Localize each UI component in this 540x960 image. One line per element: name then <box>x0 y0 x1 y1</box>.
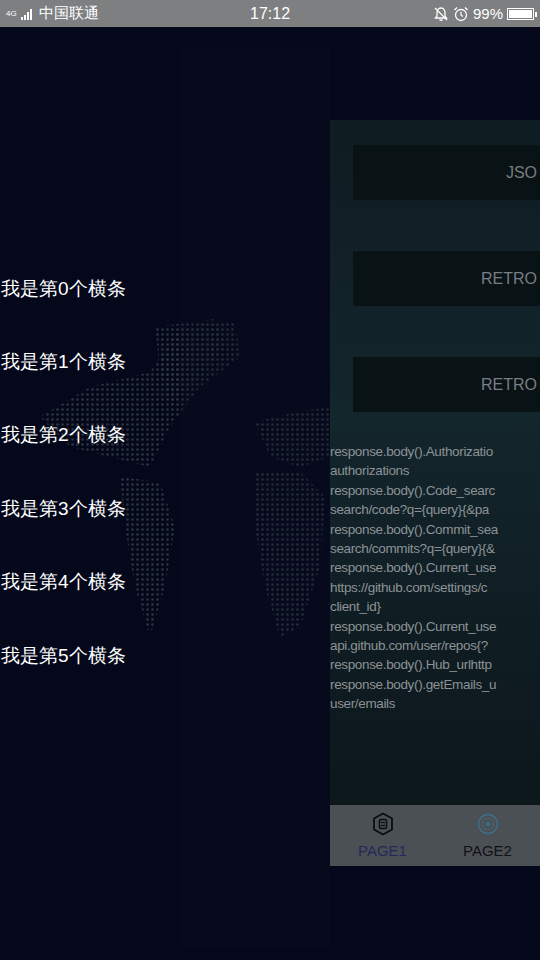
network-label: 4G <box>6 10 17 18</box>
log-line: response.body().Authorizatio <box>330 442 540 461</box>
log-line: client_id} <box>330 597 540 616</box>
content-area: 我是第0个横条我是第1个横条我是第2个横条我是第3个横条我是第4个横条我是第5个… <box>0 27 540 960</box>
clock: 17:12 <box>250 5 290 23</box>
drawer-item[interactable]: 我是第3个横条 <box>0 472 330 545</box>
drawer-item[interactable]: 我是第0个横条 <box>0 252 330 325</box>
log-line: search/code?q={query}{&pa <box>330 500 540 519</box>
button-list: JSO RETRO RETRO <box>330 120 540 412</box>
log-line: response.body().Hub_urlhttp <box>330 655 540 674</box>
navigation-drawer: 我是第0个横条我是第1个横条我是第2个横条我是第3个横条我是第4个横条我是第5个… <box>0 27 330 692</box>
mute-bell-icon <box>433 6 449 22</box>
log-line: search/commits?q={query}{& <box>330 539 540 558</box>
signal-icon <box>21 8 35 20</box>
hexagon-icon <box>371 812 395 836</box>
status-bar: 4G 中国联通 17:12 99% <box>0 0 540 27</box>
globe-icon <box>476 812 500 836</box>
drawer-item[interactable]: 我是第4个横条 <box>0 546 330 619</box>
main-panel: JSO RETRO RETRO response.body().Authorizati… <box>330 120 540 866</box>
nav-tab-label: PAGE2 <box>463 842 512 859</box>
nav-tab[interactable]: PAGE1 <box>330 805 435 866</box>
response-log: response.body().Authorizatioauthorizatio… <box>330 442 540 714</box>
drawer-item[interactable]: 我是第2个横条 <box>0 399 330 472</box>
log-line: api.github.com/user/repos{? <box>330 636 540 655</box>
drawer-item[interactable]: 我是第1个横条 <box>0 325 330 398</box>
log-line: authorizations <box>330 461 540 480</box>
battery-icon <box>507 8 534 20</box>
action-button[interactable]: RETRO <box>353 251 540 306</box>
battery-fill <box>509 10 532 18</box>
alarm-icon <box>453 6 469 22</box>
log-line: response.body().getEmails_u <box>330 675 540 694</box>
log-line: user/emails <box>330 694 540 713</box>
log-line: response.body().Current_use <box>330 558 540 577</box>
status-left: 4G 中国联通 <box>6 4 246 23</box>
log-line: https://github.com/settings/c <box>330 578 540 597</box>
log-line: response.body().Code_searc <box>330 481 540 500</box>
status-right: 99% <box>294 5 534 22</box>
bottom-navigation: PAGE1 PAGE2 <box>330 805 540 866</box>
log-line: response.body().Current_use <box>330 617 540 636</box>
nav-tab[interactable]: PAGE2 <box>435 805 540 866</box>
action-button[interactable]: JSO <box>353 145 540 200</box>
log-line: response.body().Commit_sea <box>330 520 540 539</box>
drawer-item[interactable]: 我是第5个横条 <box>0 619 330 692</box>
action-button[interactable]: RETRO <box>353 357 540 412</box>
battery-percent: 99% <box>473 5 503 22</box>
nav-tab-label: PAGE1 <box>358 842 407 859</box>
carrier-label: 中国联通 <box>39 4 99 23</box>
